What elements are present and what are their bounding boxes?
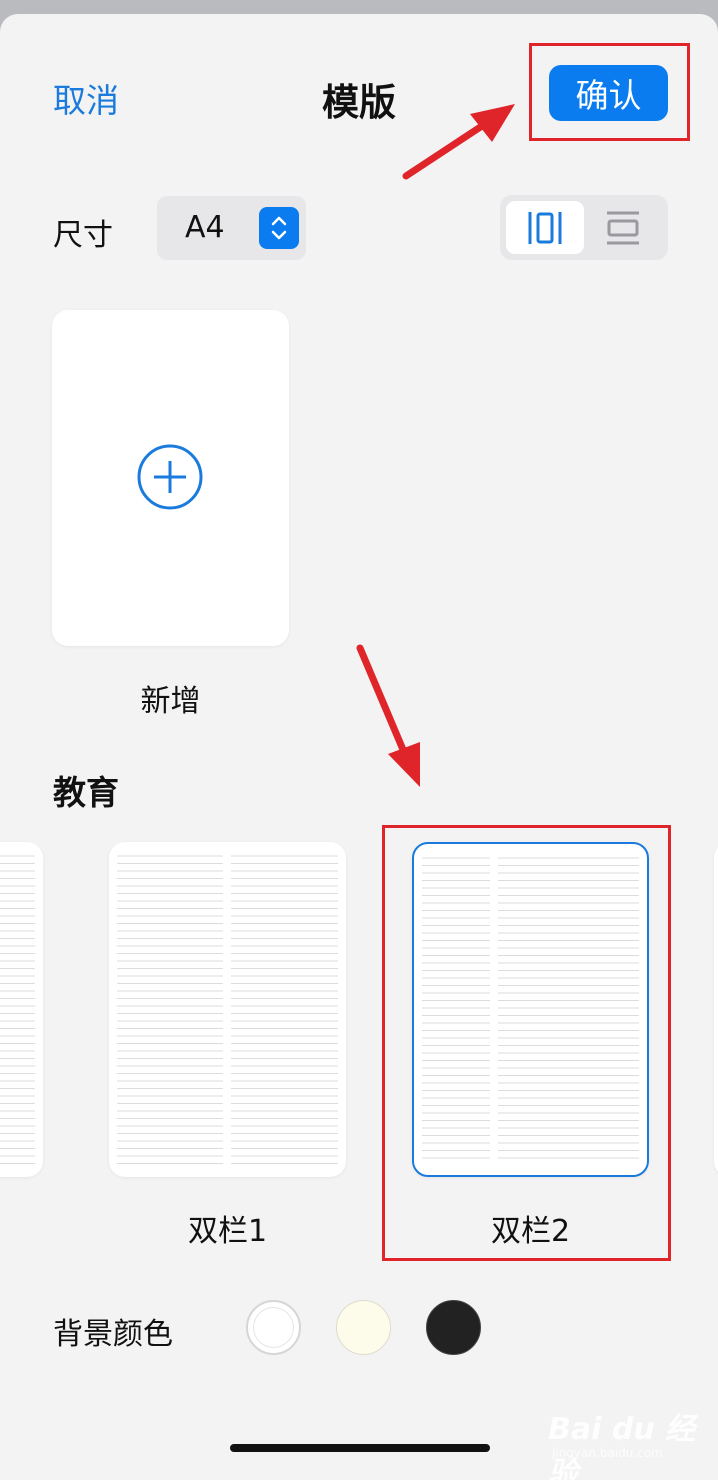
size-select[interactable]: A4 <box>157 196 306 260</box>
template-card-partial[interactable] <box>0 842 43 1177</box>
annotation-arrow-template <box>356 644 420 787</box>
template-label-two-column-2: 双栏2 <box>490 1214 571 1249</box>
new-template-card[interactable] <box>52 310 289 646</box>
chevron-updown-icon <box>259 207 299 249</box>
portrait-option[interactable] <box>506 201 584 254</box>
section-title-education: 教育 <box>53 773 119 812</box>
two-column-preview <box>422 857 639 1159</box>
lined-page-preview <box>0 855 35 1164</box>
portrait-icon <box>528 211 562 244</box>
color-swatch-white[interactable] <box>246 1300 301 1355</box>
size-value: A4 <box>185 210 225 245</box>
orientation-toggle <box>500 195 668 260</box>
color-swatch-cream[interactable] <box>336 1300 391 1355</box>
watermark-logo: Bai du 经验 <box>548 1412 696 1480</box>
template-card-two-column-1[interactable] <box>109 842 346 1177</box>
two-column-preview <box>117 855 338 1164</box>
background-color-label: 背景颜色 <box>53 1317 173 1352</box>
template-label-two-column-1: 双栏1 <box>187 1214 268 1249</box>
confirm-button[interactable]: 确认 <box>549 65 668 121</box>
landscape-icon <box>607 211 639 244</box>
template-sheet: 取消 模版 确认 尺寸 A4 新增 教育 双栏1 双栏2 背景颜色 Bai du… <box>0 14 718 1480</box>
landscape-option[interactable] <box>584 201 662 254</box>
color-swatch-black[interactable] <box>426 1300 481 1355</box>
new-template-label: 新增 <box>140 684 201 719</box>
add-circle-icon <box>137 444 203 510</box>
annotation-arrow-confirm <box>402 104 515 180</box>
home-indicator <box>230 1444 490 1452</box>
template-card-two-column-2[interactable] <box>412 842 649 1177</box>
watermark-url: jingyan.baidu.com <box>552 1446 663 1460</box>
size-label: 尺寸 <box>53 218 113 253</box>
template-card-partial-right[interactable] <box>714 842 718 1177</box>
